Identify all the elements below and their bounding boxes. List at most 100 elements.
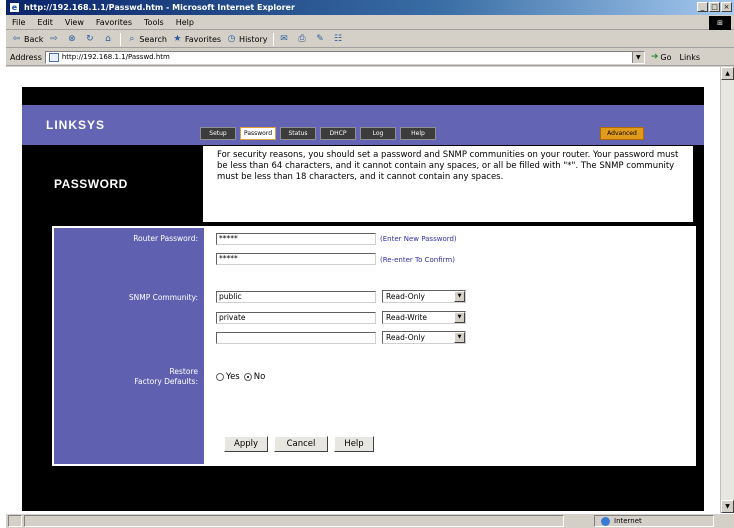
address-url: http://192.168.1.1/Passwd.htm bbox=[61, 53, 170, 61]
toolbar-separator bbox=[120, 32, 122, 46]
status-text-pane bbox=[24, 515, 564, 527]
page-title: PASSWORD bbox=[54, 177, 128, 191]
restore-yes-radio[interactable] bbox=[216, 373, 224, 381]
minimize-button[interactable]: _ bbox=[697, 2, 708, 12]
menu-file[interactable]: File bbox=[12, 18, 25, 27]
tab-advanced[interactable]: Advanced bbox=[600, 127, 644, 140]
snmp-community-1-input[interactable]: public bbox=[216, 291, 376, 303]
maximize-button[interactable]: □ bbox=[709, 2, 720, 12]
refresh-icon: ↻ bbox=[86, 33, 94, 44]
home-button[interactable]: ⌂ bbox=[102, 34, 115, 45]
favorites-icon: ★ bbox=[173, 33, 182, 44]
print-button[interactable]: ⎙ bbox=[297, 34, 310, 45]
router-password-input[interactable]: ***** bbox=[216, 233, 376, 245]
go-label: Go bbox=[660, 52, 672, 62]
history-button[interactable]: ◷ History bbox=[226, 33, 268, 45]
tab-help[interactable]: Help bbox=[400, 127, 436, 140]
menu-help[interactable]: Help bbox=[176, 18, 194, 27]
search-button[interactable]: ⌕ Search bbox=[126, 33, 167, 45]
confirm-password-input[interactable]: ***** bbox=[216, 253, 376, 265]
discuss-button[interactable]: ☷ bbox=[333, 34, 346, 45]
address-input[interactable]: http://192.168.1.1/Passwd.htm ▼ bbox=[44, 50, 645, 64]
dropdown-arrow-icon[interactable]: ▼ bbox=[454, 291, 465, 302]
print-icon: ⎙ bbox=[298, 33, 306, 44]
snmp-access-1-select[interactable]: Read-Only ▼ bbox=[382, 290, 466, 303]
history-icon: ◷ bbox=[227, 33, 236, 44]
forward-arrow-icon: ⇨ bbox=[50, 33, 58, 44]
apply-button[interactable]: Apply bbox=[224, 436, 268, 452]
router-password-label: Router Password: bbox=[133, 234, 198, 243]
snmp-access-3-value: Read-Only bbox=[386, 333, 425, 342]
linksys-page: LINKSYS Setup Password Status DHCP Log H… bbox=[22, 87, 704, 511]
restore-no-radio[interactable] bbox=[243, 373, 252, 381]
restore-label-line2: Factory Defaults: bbox=[134, 377, 198, 386]
reenter-password-hint: (Re-enter To Confirm) bbox=[380, 256, 455, 264]
stop-icon: ⊗ bbox=[68, 33, 76, 44]
search-label: Search bbox=[139, 34, 167, 44]
snmp-community-2-input[interactable]: private bbox=[216, 312, 376, 324]
internet-explorer-icon: e bbox=[9, 2, 20, 13]
restore-label-line1: Restore bbox=[169, 367, 198, 376]
refresh-button[interactable]: ↻ bbox=[84, 34, 97, 45]
browser-window: e http://192.168.1.1/Passwd.htm - Micros… bbox=[6, 0, 734, 528]
search-icon: ⌕ bbox=[129, 33, 135, 44]
mail-button[interactable]: ✉ bbox=[279, 34, 292, 45]
dropdown-arrow-icon[interactable]: ▼ bbox=[454, 332, 465, 343]
mail-icon: ✉ bbox=[280, 33, 288, 44]
window-controls: _ □ × bbox=[697, 2, 732, 12]
snmp-community-3-input[interactable] bbox=[216, 332, 376, 344]
snmp-access-2-select[interactable]: Read-Write ▼ bbox=[382, 311, 466, 324]
forward-button[interactable]: ⇨ bbox=[48, 34, 61, 45]
menu-tools[interactable]: Tools bbox=[144, 18, 164, 27]
snmp-access-1-value: Read-Only bbox=[386, 292, 425, 301]
restore-yes-label: Yes bbox=[226, 372, 240, 382]
address-label: Address bbox=[10, 52, 42, 62]
links-button[interactable]: Links bbox=[680, 53, 701, 62]
page-viewport: LINKSYS Setup Password Status DHCP Log H… bbox=[6, 67, 720, 513]
tab-dhcp[interactable]: DHCP bbox=[320, 127, 356, 140]
description-box: For security reasons, you should set a p… bbox=[202, 145, 694, 223]
tab-setup[interactable]: Setup bbox=[200, 127, 236, 140]
linksys-logo: LINKSYS bbox=[46, 118, 106, 132]
snmp-access-3-select[interactable]: Read-Only ▼ bbox=[382, 331, 466, 344]
toolbar: ⇦ Back ⇨ ⊗ ↻ ⌂ ⌕ Search ★ Favorites ◷ Hi… bbox=[6, 31, 734, 48]
address-dropdown-icon[interactable]: ▼ bbox=[631, 51, 644, 63]
menu-favorites[interactable]: Favorites bbox=[96, 18, 132, 27]
nav-tabs: Setup Password Status DHCP Log Help bbox=[200, 127, 436, 140]
stop-button[interactable]: ⊗ bbox=[66, 34, 79, 45]
history-label: History bbox=[239, 34, 268, 44]
restore-no-label: No bbox=[253, 372, 266, 382]
go-button[interactable]: ➜ Go bbox=[651, 52, 672, 62]
home-icon: ⌂ bbox=[105, 33, 111, 44]
tab-log[interactable]: Log bbox=[360, 127, 396, 140]
zone-label: Internet bbox=[614, 517, 642, 525]
back-arrow-icon: ⇦ bbox=[12, 33, 21, 44]
dropdown-arrow-icon[interactable]: ▼ bbox=[454, 312, 465, 323]
favorites-button[interactable]: ★ Favorites bbox=[172, 34, 221, 45]
scroll-down-icon[interactable]: ▼ bbox=[721, 500, 734, 513]
linksys-banner: LINKSYS Setup Password Status DHCP Log H… bbox=[22, 105, 704, 145]
description-text: For security reasons, you should set a p… bbox=[217, 150, 679, 182]
restore-defaults-options: Yes No bbox=[216, 372, 265, 382]
snmp-community-label: SNMP Community: bbox=[128, 293, 198, 302]
menu-edit[interactable]: Edit bbox=[37, 18, 53, 27]
cancel-button[interactable]: Cancel bbox=[274, 436, 328, 452]
title-bar[interactable]: e http://192.168.1.1/Passwd.htm - Micros… bbox=[6, 0, 734, 15]
enter-password-hint: (Enter New Password) bbox=[380, 235, 457, 243]
help-button[interactable]: Help bbox=[334, 436, 374, 452]
scroll-up-icon[interactable]: ▲ bbox=[721, 67, 734, 80]
address-bar: Address http://192.168.1.1/Passwd.htm ▼ … bbox=[6, 49, 734, 66]
go-arrow-icon: ➜ bbox=[650, 52, 659, 62]
tab-status[interactable]: Status bbox=[280, 127, 316, 140]
discuss-icon: ☷ bbox=[333, 33, 343, 44]
edit-button[interactable]: ✎ bbox=[315, 34, 328, 45]
close-button[interactable]: × bbox=[721, 2, 732, 12]
tab-password[interactable]: Password bbox=[240, 127, 276, 140]
snmp-access-2-value: Read-Write bbox=[386, 313, 428, 322]
menu-view[interactable]: View bbox=[65, 18, 84, 27]
password-form: Router Password: ***** (Enter New Passwo… bbox=[52, 226, 696, 466]
back-button[interactable]: ⇦ Back bbox=[11, 33, 44, 45]
windows-logo-icon: ⊞ bbox=[709, 16, 731, 30]
globe-icon bbox=[601, 516, 610, 526]
vertical-scrollbar[interactable]: ▲ ▼ bbox=[720, 67, 734, 513]
